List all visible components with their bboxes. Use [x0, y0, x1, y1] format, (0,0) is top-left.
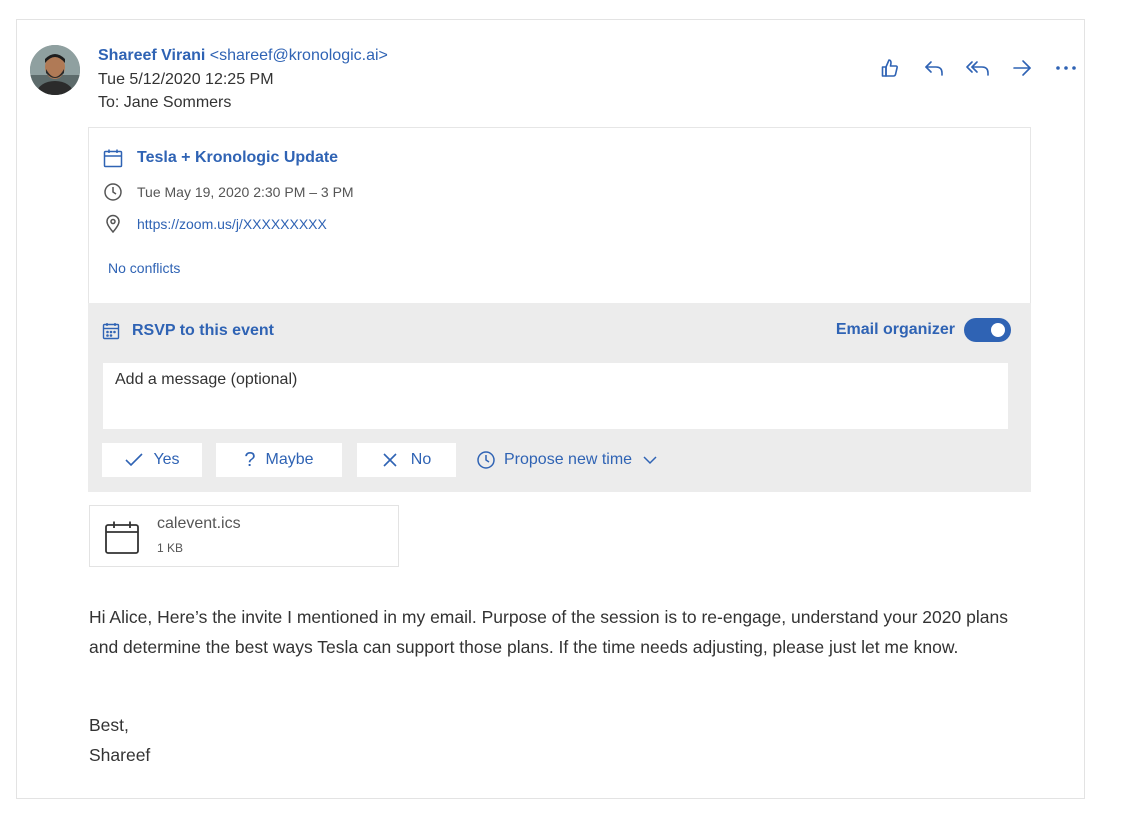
close-icon — [383, 453, 397, 467]
rsvp-header: RSVP to this event — [102, 322, 274, 340]
toggle-knob — [991, 323, 1005, 337]
question-icon: ? — [244, 449, 256, 471]
avatar[interactable] — [30, 45, 80, 95]
calendar-icon — [103, 149, 123, 168]
propose-label: Propose new time — [504, 451, 633, 468]
sender-name[interactable]: Shareef Virani — [98, 47, 205, 64]
conflicts-status[interactable]: No conflicts — [108, 260, 180, 276]
event-time: Tue May 19, 2020 2:30 PM – 3 PM — [137, 184, 354, 200]
event-details: Tesla + Kronologic Update Tue May 19, 20… — [88, 127, 1031, 303]
yes-button[interactable]: Yes — [102, 443, 202, 477]
maybe-label: Maybe — [265, 451, 314, 468]
message-signature: Shareef — [89, 745, 151, 765]
attachment-card[interactable]: calevent.ics 1 KB — [89, 505, 399, 567]
forward-icon — [1013, 60, 1031, 76]
sender-line: Shareef Virani <shareef@kronologic.ai> — [98, 47, 388, 65]
like-button[interactable] — [868, 56, 912, 80]
reply-all-icon — [966, 61, 989, 76]
more-actions-button[interactable] — [1044, 56, 1088, 80]
maybe-button[interactable]: ? Maybe — [216, 443, 342, 477]
avatar-image — [30, 45, 80, 95]
location-pin-icon — [106, 214, 120, 234]
chevron-down-icon — [643, 456, 657, 465]
event-location-row: https://zoom.us/j/XXXXXXXXX — [103, 214, 327, 234]
propose-new-time-button[interactable]: Propose new time — [476, 443, 657, 477]
message-body: Hi Alice, Here’s the invite I mentioned … — [89, 607, 1008, 657]
recipient-line: To: Jane Sommers — [98, 94, 232, 111]
event-title[interactable]: Tesla + Kronologic Update — [137, 149, 338, 167]
message-closing: Best, — [89, 715, 129, 735]
message-date: Tue 5/12/2020 12:25 PM — [98, 71, 274, 88]
no-button[interactable]: No — [357, 443, 456, 477]
email-organizer-toggle[interactable] — [964, 318, 1011, 342]
like-icon — [881, 59, 898, 77]
yes-label: Yes — [153, 451, 180, 468]
no-label: No — [410, 451, 432, 468]
event-title-row: Tesla + Kronologic Update — [103, 148, 338, 168]
event-time-row: Tue May 19, 2020 2:30 PM – 3 PM — [103, 182, 354, 202]
more-icon — [1056, 66, 1076, 70]
rsvp-panel: RSVP to this event Email organizer Yes ?… — [88, 303, 1031, 492]
message-actions — [868, 56, 1088, 80]
rsvp-message-input[interactable] — [102, 362, 1009, 430]
event-location-link[interactable]: https://zoom.us/j/XXXXXXXXX — [137, 216, 327, 232]
email-organizer-control: Email organizer — [836, 318, 1011, 342]
calendar-file-icon — [105, 521, 139, 554]
rsvp-title: RSVP to this event — [132, 322, 274, 339]
reply-icon — [925, 61, 943, 76]
sender-email[interactable]: <shareef@kronologic.ai> — [210, 47, 388, 64]
clock-icon — [104, 183, 122, 201]
forward-button[interactable] — [1000, 56, 1044, 80]
email-organizer-label: Email organizer — [835, 321, 955, 338]
clock-icon — [477, 451, 495, 469]
attachment-size: 1 KB — [157, 541, 184, 555]
reply-all-button[interactable] — [956, 56, 1000, 80]
check-icon — [125, 453, 144, 467]
attachment-name: calevent.ics — [157, 515, 241, 532]
reply-button[interactable] — [912, 56, 956, 80]
calendar-rsvp-icon — [102, 323, 120, 340]
